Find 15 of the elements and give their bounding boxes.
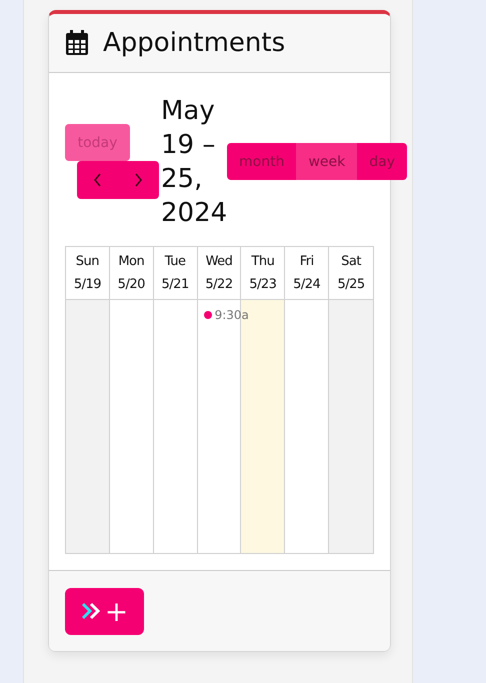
chevron-left-icon [93, 173, 102, 187]
chevron-right-icon [134, 173, 143, 187]
view-tab[interactable]: month [227, 143, 296, 180]
add-button[interactable]: + [65, 588, 144, 634]
date-range-title: May 19 – 25, 2024 [161, 94, 227, 230]
view-tab[interactable]: week [296, 143, 358, 180]
double-chevron-icon [80, 602, 101, 620]
card-title: Appointments [103, 28, 286, 58]
day-header: Fri 5/24 [285, 247, 330, 300]
day-header: Wed 5/22 [198, 247, 242, 300]
calendar-icon [65, 30, 89, 56]
day-header: Mon 5/20 [110, 247, 154, 300]
day-header: Tue 5/21 [154, 247, 198, 300]
view-tab[interactable]: day [357, 143, 408, 180]
event-time[interactable]: 9:30a [214, 308, 249, 322]
